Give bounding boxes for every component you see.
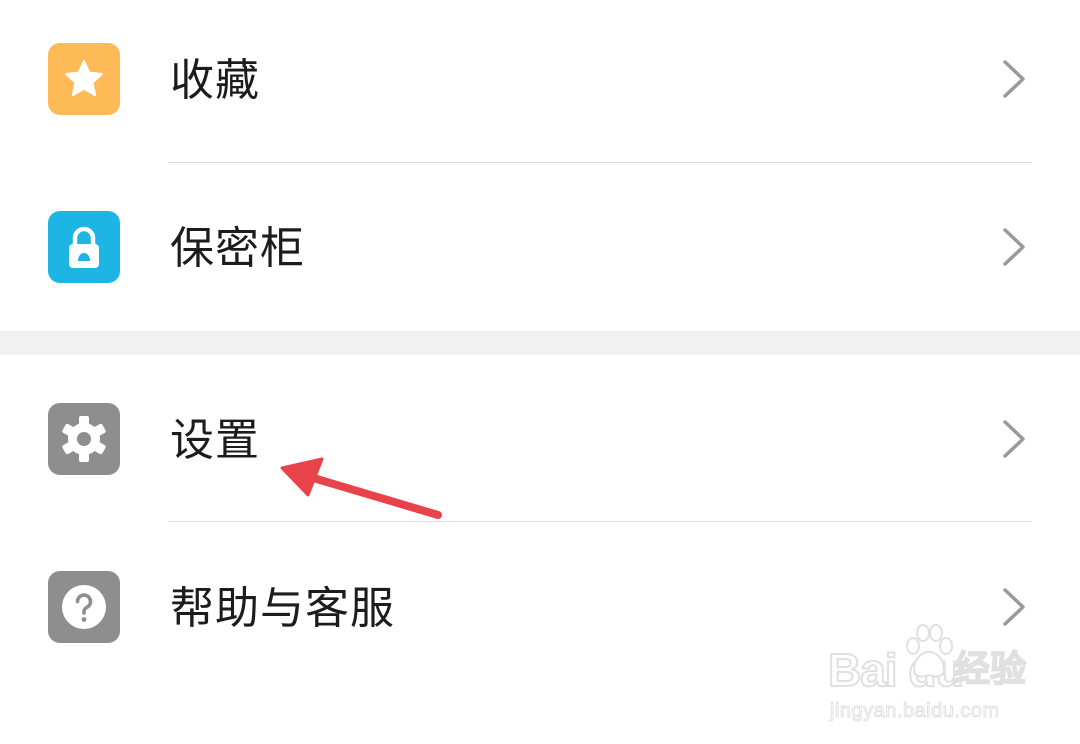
watermark-url: jingyan.baidu.com — [830, 700, 1000, 723]
screen: 收藏 保密柜 设置 帮助与客服 Bai du 经验 jingyan.baidu.… — [0, 0, 1080, 744]
lock-icon — [48, 211, 120, 283]
chevron-right-icon — [1003, 420, 1025, 458]
chevron-right-icon — [1003, 588, 1025, 626]
gear-icon — [48, 403, 120, 475]
menu-item-safe[interactable]: 保密柜 — [0, 168, 1080, 328]
menu-item-favorites[interactable]: 收藏 — [0, 0, 1080, 160]
divider — [168, 521, 1032, 522]
help-icon — [48, 571, 120, 643]
star-icon — [48, 43, 120, 115]
menu-item-label: 收藏 — [170, 55, 260, 106]
chevron-right-icon — [1003, 228, 1025, 266]
menu-item-settings[interactable]: 设置 — [0, 360, 1080, 520]
chevron-right-icon — [1003, 60, 1025, 98]
divider — [168, 162, 1032, 163]
section-separator — [0, 331, 1080, 355]
menu-item-label: 设置 — [170, 415, 260, 466]
menu-item-help[interactable]: 帮助与客服 — [0, 528, 1080, 688]
menu-item-label: 保密柜 — [170, 223, 305, 274]
menu-item-label: 帮助与客服 — [170, 583, 395, 634]
